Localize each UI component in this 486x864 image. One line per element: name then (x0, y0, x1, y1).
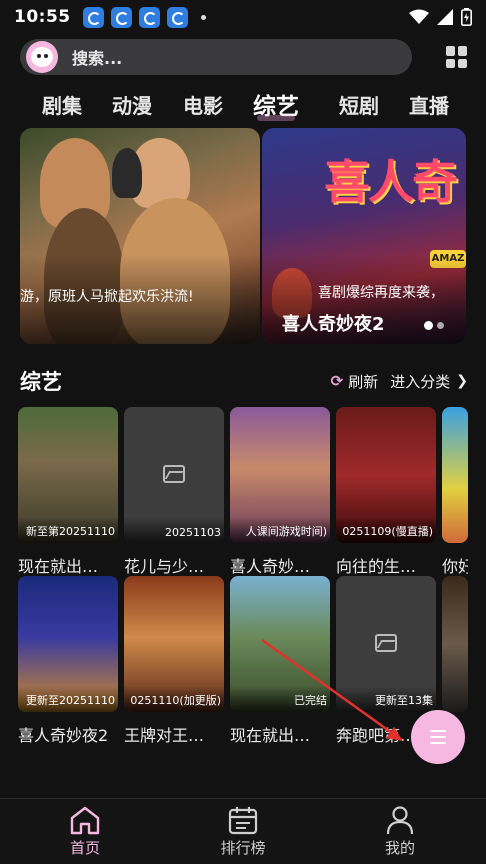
banner-slide[interactable]: 喜人奇 AMAZ 喜剧爆综再度来袭， 喜人奇妙夜2 (262, 128, 466, 344)
bottom-navigation: 首页 排行榜 我的 (0, 798, 486, 864)
user-icon (386, 806, 414, 835)
tab-variety[interactable]: 综艺 (253, 87, 299, 121)
tab-movies[interactable]: 电影 (183, 90, 223, 119)
refresh-button[interactable]: ⟳ 刷新 (331, 371, 379, 392)
show-card[interactable]: 你好 (442, 407, 468, 577)
nav-home-label: 首页 (69, 839, 100, 857)
tab-shorts[interactable]: 短剧 (339, 90, 379, 119)
show-poster (442, 407, 468, 543)
mascot-avatar[interactable] (26, 41, 58, 73)
update-tag: 新至第20251110 (26, 525, 115, 538)
image-placeholder-icon (163, 465, 185, 483)
search-row: 搜索... (20, 38, 468, 76)
banner-logo: 喜人奇 (324, 155, 458, 209)
banner-title: 喜人奇妙夜2 (282, 314, 385, 335)
search-bar[interactable]: 搜索... (20, 39, 412, 75)
show-poster: 0251110(加更版) (124, 576, 224, 712)
show-poster: 新至第20251110 (18, 407, 118, 543)
notification-icons (82, 6, 206, 28)
show-poster: 人课间游戏时间) (230, 407, 330, 543)
show-poster: 0251109(慢直播) (336, 407, 436, 543)
update-tag: 20251103 (165, 526, 221, 539)
show-poster: 20251103 (124, 407, 224, 543)
signal-icon (437, 9, 453, 25)
tab-anime[interactable]: 动漫 (112, 90, 152, 119)
update-tag: 更新至13集 (375, 694, 433, 707)
calendar-icon (228, 807, 258, 835)
nav-ranking-label: 排行榜 (220, 839, 266, 857)
wifi-icon (409, 9, 429, 24)
show-poster: 更新至20251110 (18, 576, 118, 712)
image-placeholder-icon (375, 634, 397, 652)
tab-series[interactable]: 剧集 (42, 90, 82, 119)
show-title: 你好 (442, 557, 468, 576)
show-title: 喜人奇妙夜2 (18, 726, 109, 745)
home-icon (70, 806, 100, 835)
nav-ranking[interactable]: 排行榜 (198, 805, 288, 858)
show-poster (442, 576, 468, 712)
nav-home[interactable]: 首页 (40, 805, 130, 858)
show-card[interactable] (442, 576, 468, 712)
app-notification-icon (138, 6, 160, 28)
update-tag: 更新至20251110 (26, 694, 115, 707)
app-notification-icon (110, 6, 132, 28)
enter-category-label: 进入分类 (390, 372, 451, 391)
show-title: 向往的生… (336, 557, 417, 576)
show-title: 喜人奇妙… (230, 557, 311, 576)
search-placeholder[interactable]: 搜索... (72, 45, 122, 69)
tab-live[interactable]: 直播 (409, 90, 449, 119)
carousel-indicator (424, 321, 444, 330)
update-tag: 人课间游戏时间) (245, 525, 327, 538)
show-title: 现在就出… (18, 557, 99, 576)
app-notification-icon (82, 6, 104, 28)
show-title: 花儿与少… (124, 557, 205, 576)
show-card[interactable]: 人课间游戏时间) 喜人奇妙… (230, 407, 330, 577)
category-tabs: 剧集 动漫 电影 综艺 短剧 直播 (0, 84, 486, 124)
chevron-right-icon: ❯ (456, 373, 468, 389)
floating-menu-button[interactable] (411, 710, 465, 764)
battery-icon (461, 8, 472, 26)
app-notification-icon (166, 6, 188, 28)
banner-slide[interactable]: 游，原班人马掀起欢乐洪流! (20, 128, 260, 344)
banner-caption: 喜剧爆综再度来袭， (318, 285, 444, 301)
show-poster: 更新至13集 (336, 576, 436, 712)
show-card[interactable]: 更新至20251110 喜人奇妙夜2 (18, 576, 118, 746)
show-card[interactable]: 0251109(慢直播) 向往的生… (336, 407, 436, 577)
enter-category-button[interactable]: 进入分类 ❯ (390, 371, 468, 392)
show-poster: 已完结 (230, 576, 330, 712)
banner-caption: 游，原班人马掀起欢乐洪流! (20, 289, 194, 305)
refresh-icon: ⟳ (330, 372, 344, 390)
nav-profile[interactable]: 我的 (355, 805, 445, 858)
section-header: 综艺 ⟳ 刷新 进入分类 ❯ (20, 366, 468, 396)
update-tag: 0251109(慢直播) (342, 525, 433, 538)
more-notifications-dot (200, 14, 206, 20)
apps-grid-icon[interactable] (446, 46, 468, 68)
section-title: 综艺 (20, 370, 62, 394)
update-tag: 0251110(加更版) (130, 694, 221, 707)
update-tag: 已完结 (294, 694, 327, 707)
status-bar: 10:55 (0, 0, 486, 34)
show-title: 现在就出… (230, 726, 311, 745)
show-card[interactable]: 新至第20251110 现在就出… (18, 407, 118, 577)
show-title: 王牌对王… (124, 726, 205, 745)
show-card[interactable]: 20251103 花儿与少… (124, 407, 224, 577)
status-time: 10:55 (14, 7, 71, 27)
refresh-label: 刷新 (348, 372, 379, 391)
show-card[interactable]: 已完结 现在就出… (230, 576, 330, 746)
show-card[interactable]: 0251110(加更版) 王牌对王… (124, 576, 224, 746)
nav-profile-label: 我的 (384, 839, 415, 857)
